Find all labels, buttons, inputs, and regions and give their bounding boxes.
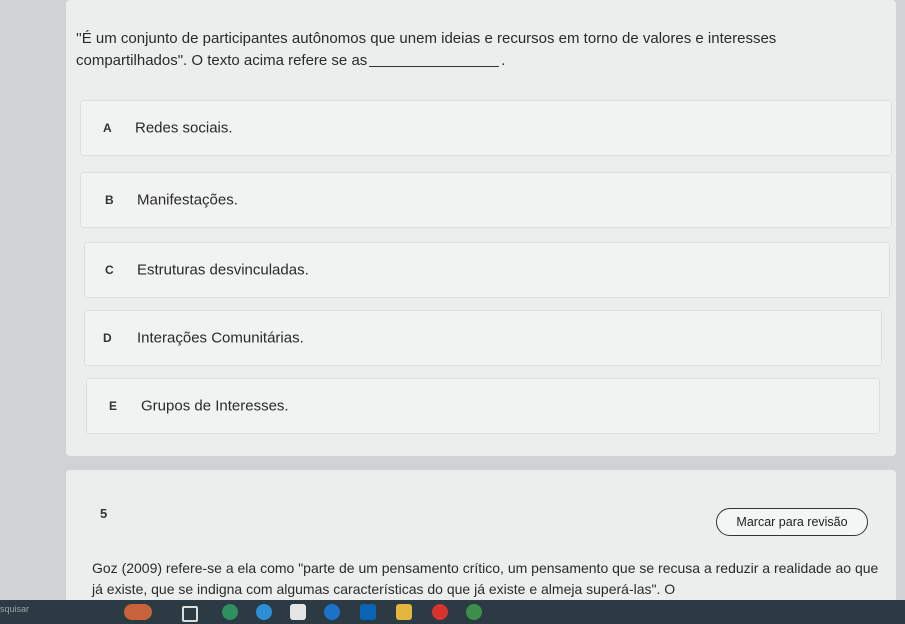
weather-icon[interactable] [124, 604, 152, 620]
option-text: Estruturas desvinculadas. [137, 261, 309, 279]
option-text: Manifestações. [137, 191, 238, 209]
option-a[interactable]: A Redes sociais. [80, 100, 892, 156]
opera-icon[interactable] [432, 604, 448, 620]
blank-line [369, 66, 500, 67]
option-letter: B [105, 193, 114, 207]
option-letter: A [103, 121, 112, 135]
chrome-icon[interactable] [324, 604, 340, 620]
option-text: Grupos de Interesses. [141, 397, 289, 415]
mark-for-review-button[interactable]: Marcar para revisão [716, 508, 868, 536]
question-5-text: Goz (2009) refere-se a ela como "parte d… [92, 560, 879, 597]
taskbar: squisar [0, 600, 905, 624]
files-icon[interactable] [396, 604, 412, 620]
calendar-icon[interactable] [290, 604, 306, 620]
question-text: ''É um conjunto de participantes autônom… [76, 28, 886, 72]
option-letter: E [109, 399, 118, 413]
media-icon[interactable] [222, 604, 238, 620]
app-icon[interactable] [466, 604, 482, 620]
option-text: Interações Comunitárias. [137, 329, 304, 347]
option-letter: C [105, 263, 114, 277]
option-letter: D [103, 331, 112, 345]
question-text-after: . [501, 52, 506, 69]
edge-icon[interactable] [256, 604, 272, 620]
option-b[interactable]: B Manifestações. [80, 172, 892, 228]
option-c[interactable]: C Estruturas desvinculadas. [84, 242, 890, 298]
question-card-5: 5 Marcar para revisão Goz (2009) refere-… [66, 470, 896, 610]
outlook-icon[interactable] [360, 604, 376, 620]
option-text: Redes sociais. [135, 119, 233, 137]
task-view-icon[interactable] [182, 606, 198, 622]
option-d[interactable]: D Interações Comunitárias. [84, 310, 882, 366]
option-e[interactable]: E Grupos de Interesses. [86, 378, 880, 434]
question-number: 5 [100, 506, 108, 521]
taskbar-search[interactable]: squisar [0, 604, 29, 614]
question-card: ''É um conjunto de participantes autônom… [66, 0, 896, 456]
question-text-before: ''É um conjunto de participantes autônom… [76, 30, 777, 69]
